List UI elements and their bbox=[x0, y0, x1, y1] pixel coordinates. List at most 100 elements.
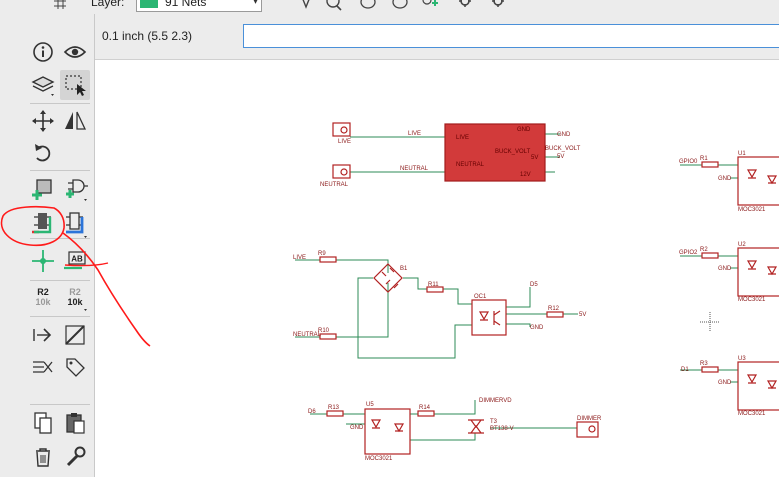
label-r2: R2 bbox=[700, 247, 708, 253]
settings-gear-icon[interactable] bbox=[490, 0, 506, 13]
label-bt138: BT138-V bbox=[490, 426, 514, 432]
label-t3: T3 bbox=[490, 419, 498, 425]
chevron-down-icon bbox=[84, 309, 87, 311]
label-ps-neutral: NEUTRAL bbox=[456, 162, 485, 168]
label-net-neutral: NEUTRAL bbox=[400, 166, 429, 172]
value-tool[interactable]: R2 10k bbox=[60, 284, 90, 314]
label-d6: D6 bbox=[308, 409, 316, 415]
paste-icon bbox=[66, 413, 85, 434]
group-select-tool[interactable] bbox=[60, 70, 90, 100]
label-r1: R1 bbox=[700, 156, 708, 162]
eye-icon bbox=[63, 46, 87, 58]
smash-tool[interactable] bbox=[28, 320, 58, 350]
info-tool[interactable] bbox=[28, 37, 58, 67]
layer-label: Layer: bbox=[91, 0, 125, 9]
net-icon bbox=[34, 217, 52, 234]
label-net-live: LIVE bbox=[408, 131, 421, 137]
attribute-tool[interactable] bbox=[60, 352, 90, 382]
wrench-icon bbox=[66, 446, 86, 467]
schematic-canvas[interactable]: LIVE NEUTRAL LIVE NEUTRAL LIVE NEUTRAL G… bbox=[95, 60, 779, 477]
resistor-r14[interactable] bbox=[417, 410, 435, 417]
net-tool[interactable] bbox=[28, 211, 58, 241]
bus-tool[interactable] bbox=[60, 211, 90, 241]
label-u3-moc: MOC3021 bbox=[738, 411, 766, 417]
label-d5: D5 bbox=[530, 282, 538, 288]
optotriac-u5[interactable] bbox=[364, 408, 411, 455]
show-tool[interactable] bbox=[60, 37, 90, 67]
zoom-icon[interactable] bbox=[326, 0, 342, 13]
label-r13: R13 bbox=[328, 405, 340, 411]
label-r12: R12 bbox=[548, 306, 560, 312]
label-out-5v: 5V bbox=[557, 154, 564, 160]
label-d1: D1 bbox=[681, 367, 689, 373]
label-r9: R9 bbox=[318, 251, 326, 257]
layer-select-value: 91 Nets bbox=[165, 0, 207, 9]
name-tool-bottom: 10k bbox=[35, 297, 51, 307]
separator bbox=[30, 316, 90, 317]
label-j-live: LIVE bbox=[338, 139, 351, 145]
label-u3: U3 bbox=[738, 356, 746, 362]
resistor-r12[interactable] bbox=[546, 311, 564, 318]
copy-tool[interactable] bbox=[28, 408, 58, 438]
layer-select[interactable]: 91 Nets ▾ bbox=[136, 0, 262, 12]
add-part-tool[interactable] bbox=[28, 174, 58, 204]
label-u5: U5 bbox=[366, 402, 374, 408]
optocoupler-oc1[interactable] bbox=[471, 299, 507, 336]
resistor-r13[interactable] bbox=[326, 410, 344, 417]
layer-color-swatch bbox=[140, 0, 158, 8]
label-ps-12v: 12V bbox=[520, 172, 531, 178]
command-input[interactable] bbox=[243, 24, 779, 48]
top-toolbar: Layer: 91 Nets ▾ bbox=[0, 0, 779, 15]
add-icon[interactable] bbox=[422, 0, 438, 13]
label-out-gnd: GND bbox=[557, 132, 571, 138]
miter-icon bbox=[65, 325, 85, 345]
label-tool[interactable]: AB bbox=[60, 246, 90, 276]
triac-t3[interactable] bbox=[468, 419, 484, 434]
label-u2-gnd: GND bbox=[718, 266, 732, 272]
ratsnest-icon[interactable] bbox=[360, 0, 376, 13]
label-u3-gnd: GND bbox=[718, 380, 732, 386]
resistor-r9[interactable] bbox=[319, 256, 337, 263]
label-u1-gnd: GND bbox=[718, 176, 732, 182]
paste-tool[interactable] bbox=[60, 408, 90, 438]
label-oc-gnd: GND bbox=[530, 325, 544, 331]
separator bbox=[30, 280, 90, 281]
add-part-icon bbox=[32, 179, 52, 200]
label-u5-moc: MOC3021 bbox=[365, 456, 393, 462]
move-tool[interactable] bbox=[28, 106, 58, 136]
bus-icon bbox=[66, 217, 87, 238]
ripup-icon[interactable] bbox=[392, 0, 408, 13]
resistor-r2[interactable] bbox=[701, 252, 719, 259]
label-ps-live: LIVE bbox=[456, 135, 469, 141]
resistor-r3[interactable] bbox=[701, 366, 719, 373]
gear-icon[interactable] bbox=[457, 0, 473, 13]
miter-tool[interactable] bbox=[60, 320, 90, 350]
split-tool[interactable] bbox=[28, 352, 58, 382]
label-r11: R11 bbox=[428, 282, 439, 288]
layer-settings-tool[interactable] bbox=[28, 70, 58, 100]
info-icon bbox=[33, 42, 53, 62]
left-strip bbox=[0, 14, 27, 477]
resistor-r10[interactable] bbox=[319, 333, 337, 340]
add-gate-tool[interactable] bbox=[60, 174, 90, 204]
label-tool-text: AB bbox=[71, 255, 83, 264]
grid-icon[interactable] bbox=[52, 0, 68, 13]
select-area-icon bbox=[65, 75, 86, 96]
label-u1-moc: MOC3021 bbox=[738, 207, 766, 213]
rotate-icon bbox=[35, 144, 51, 162]
add-gate-icon bbox=[66, 179, 88, 201]
label-ps-buck: BUCK_VOLT bbox=[495, 149, 531, 155]
resistor-r1[interactable] bbox=[701, 161, 719, 168]
parts bbox=[319, 122, 779, 455]
label-b1: B1 bbox=[400, 266, 408, 272]
mirror-tool[interactable] bbox=[60, 106, 90, 136]
rotate-tool[interactable] bbox=[28, 138, 58, 168]
probe-icon[interactable] bbox=[298, 0, 314, 13]
separator bbox=[30, 103, 90, 104]
change-tool[interactable] bbox=[60, 442, 90, 472]
label-neutral2: NEUTRAL bbox=[293, 332, 322, 338]
delete-tool[interactable] bbox=[28, 442, 58, 472]
junction-tool[interactable] bbox=[28, 246, 58, 276]
crosshair-cursor bbox=[700, 312, 720, 332]
name-tool[interactable]: R2 10k bbox=[28, 284, 58, 314]
